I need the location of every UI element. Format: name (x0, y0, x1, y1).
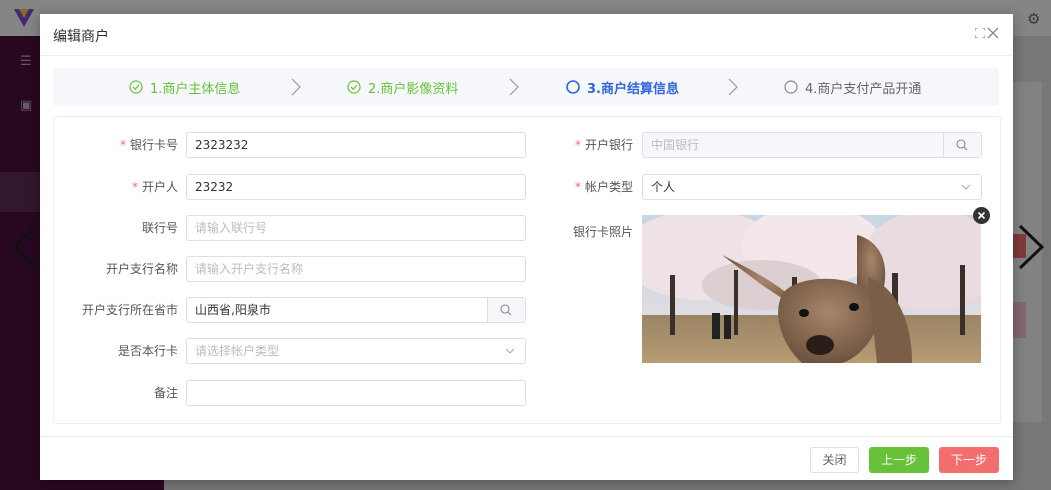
maximize-icon[interactable] (975, 28, 985, 38)
search-button[interactable] (943, 133, 981, 157)
step-label: 2.商户影像资料 (368, 81, 459, 97)
check-circle-icon (129, 80, 143, 94)
chevron-right-icon (509, 78, 519, 96)
bank-card-no-input[interactable]: 2323232 (186, 132, 526, 158)
required-mark: * (131, 180, 138, 194)
bank-card-photo-label: 银行卡照片 (572, 225, 633, 239)
joint-no-input[interactable]: 请输入联行号 (186, 215, 526, 241)
form-item-remark: 备注 (54, 380, 534, 406)
search-icon (956, 139, 968, 151)
form-item-is-same-bank: 是否本行卡 请选择帐户类型 (54, 338, 534, 364)
step-2[interactable]: 2.商户影像资料 (347, 68, 458, 106)
form-item-joint-no: 联行号 请输入联行号 (54, 215, 534, 241)
prev-step-button[interactable]: 上一步 (869, 447, 929, 473)
form-item-account-type: * 帐户类型 个人 (534, 174, 994, 200)
required-mark: * (119, 138, 126, 152)
close-icon (977, 211, 986, 220)
edit-merchant-dialog: 编辑商户 1.商户主体信息 2.商户影像资料 3.商户结算信息 4.商户支付产品… (40, 14, 1013, 480)
open-bank-input[interactable]: 中国银行 (642, 132, 982, 158)
joint-no-label: 联行号 (141, 221, 178, 235)
chevron-down-icon (505, 348, 515, 354)
bank-card-photo-image[interactable] (642, 215, 981, 363)
dialog-footer: 关闭 上一步 下一步 (40, 436, 1013, 481)
dialog-header: 编辑商户 (40, 14, 1013, 56)
step-4[interactable]: 4.商户支付产品开通 (784, 68, 921, 106)
step-label: 1.商户主体信息 (150, 81, 241, 97)
circle-icon (784, 80, 798, 94)
is-same-bank-select[interactable]: 请选择帐户类型 (186, 338, 526, 364)
branch-name-label: 开户支行名称 (105, 262, 178, 276)
branch-province-city-input[interactable]: 山西省,阳泉市 (186, 297, 526, 323)
search-icon (500, 304, 512, 316)
form-item-open-bank: * 开户银行 中国银行 (534, 132, 994, 158)
photo-delete-button[interactable] (973, 207, 990, 224)
bank-card-no-label: * 银行卡号 (119, 138, 178, 152)
close-icon[interactable] (987, 27, 999, 39)
form-item-bank-card-photo: 银行卡照片 (534, 219, 654, 245)
close-button[interactable]: 关闭 (810, 447, 859, 473)
steps-bar: 1.商户主体信息 2.商户影像资料 3.商户结算信息 4.商户支付产品开通 (53, 68, 999, 106)
remark-label: 备注 (153, 386, 178, 400)
form-item-bank-card-no: * 银行卡号 2323232 (54, 132, 534, 158)
branch-province-city-label: 开户支行所在省市 (81, 303, 178, 317)
chevron-right-icon (728, 78, 738, 96)
required-mark: * (574, 138, 581, 152)
next-arrow-icon[interactable] (1010, 224, 1050, 270)
circle-icon (566, 80, 580, 94)
search-button[interactable] (487, 298, 525, 322)
account-type-label: * 帐户类型 (574, 180, 633, 194)
settlement-form: * 银行卡号 2323232 * 开户人 23232 联行号 请输入联行号 开户支行… (53, 116, 1001, 424)
chevron-down-icon (961, 184, 971, 190)
step-3[interactable]: 3.商户结算信息 (566, 68, 679, 106)
form-item-branch-province-city: 开户支行所在省市 山西省,阳泉市 (54, 297, 534, 323)
account-holder-label: * 开户人 (131, 180, 178, 194)
open-bank-label: * 开户银行 (574, 138, 633, 152)
account-type-select[interactable]: 个人 (642, 174, 982, 200)
step-label: 4.商户支付产品开通 (805, 81, 922, 97)
chevron-right-icon (291, 78, 301, 96)
required-mark: * (574, 180, 581, 194)
step-label: 3.商户结算信息 (587, 81, 679, 97)
is-same-bank-label: 是否本行卡 (117, 344, 178, 358)
remark-input[interactable] (186, 380, 526, 406)
check-circle-icon (347, 80, 361, 94)
account-holder-input[interactable]: 23232 (186, 174, 526, 200)
step-1[interactable]: 1.商户主体信息 (129, 68, 240, 106)
form-item-account-holder: * 开户人 23232 (54, 174, 534, 200)
branch-name-input[interactable]: 请输入开户支行名称 (186, 256, 526, 282)
form-item-branch-name: 开户支行名称 请输入开户支行名称 (54, 256, 534, 282)
next-step-button[interactable]: 下一步 (939, 447, 999, 473)
dialog-title: 编辑商户 (53, 29, 109, 45)
